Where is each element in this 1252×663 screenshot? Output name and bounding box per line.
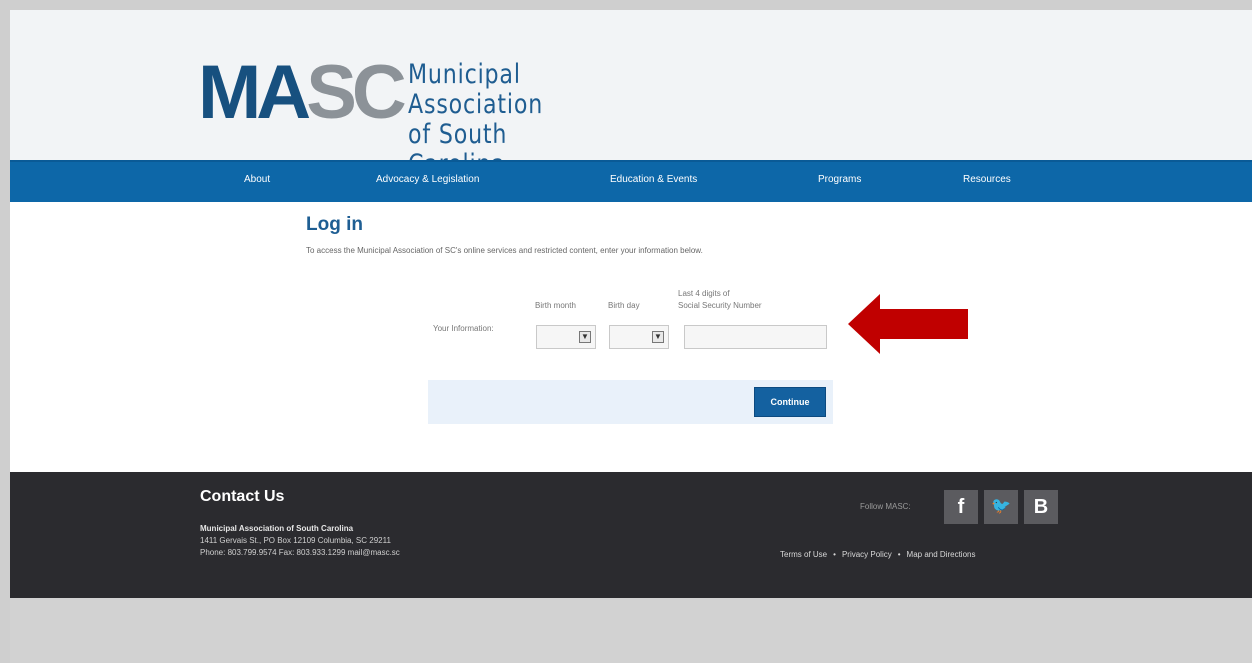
twitter-icon[interactable]: 🐦 bbox=[984, 490, 1018, 524]
chevron-down-icon: ▼ bbox=[652, 331, 664, 343]
nav-item-about[interactable]: About bbox=[244, 174, 270, 185]
nav-item-resources[interactable]: Resources bbox=[963, 174, 1011, 185]
birth-month-label: Birth month bbox=[535, 301, 576, 310]
terms-of-use-link[interactable]: Terms of Use bbox=[780, 550, 827, 559]
logo-ma: MA bbox=[198, 50, 311, 135]
ssn-last4-input[interactable] bbox=[684, 325, 827, 349]
site-footer: Contact Us Municipal Association of Sout… bbox=[10, 472, 1252, 598]
birth-month-select[interactable]: ▼ bbox=[536, 325, 596, 349]
site-header: MASC Municipal Association of South Caro… bbox=[10, 10, 1252, 180]
continue-button[interactable]: Continue bbox=[755, 388, 825, 416]
address: 1411 Gervais St., PO Box 12109 Columbia,… bbox=[200, 536, 391, 545]
map-directions-link[interactable]: Map and Directions bbox=[907, 550, 976, 559]
follow-label: Follow MASC: bbox=[860, 502, 911, 511]
logo-wordmark: MASC bbox=[198, 54, 407, 132]
intro-text: To access the Municipal Association of S… bbox=[306, 246, 703, 255]
ssn-label-line1: Last 4 digits of bbox=[678, 289, 730, 298]
footer-links: Terms of Use • Privacy Policy • Map and Dire… bbox=[780, 550, 975, 559]
nav-item-programs[interactable]: Programs bbox=[818, 174, 861, 185]
page-title: Log in bbox=[306, 214, 363, 235]
contact-us-heading: Contact Us bbox=[200, 488, 285, 505]
main-nav: About Advocacy & Legislation Education &… bbox=[10, 160, 1252, 202]
facebook-icon[interactable]: f bbox=[944, 490, 978, 524]
red-arrow-annotation bbox=[848, 294, 968, 354]
browser-frame: MASC Municipal Association of South Caro… bbox=[10, 10, 1252, 663]
org-name: Municipal Association of South Carolina bbox=[200, 524, 354, 533]
ssn-label-line2: Social Security Number bbox=[678, 301, 762, 310]
nav-item-education[interactable]: Education & Events bbox=[610, 174, 697, 185]
chevron-down-icon: ▼ bbox=[579, 331, 591, 343]
birth-day-select[interactable]: ▼ bbox=[609, 325, 669, 349]
phone-fax-email: Phone: 803.799.9574 Fax: 803.933.1299 ma… bbox=[200, 548, 400, 557]
logo-sc: SC bbox=[306, 50, 407, 135]
page-bottom bbox=[10, 598, 1252, 663]
login-section: Log in To access the Municipal Associati… bbox=[10, 202, 1252, 472]
masc-logo[interactable]: MASC Municipal Association of South Caro… bbox=[198, 54, 658, 180]
privacy-policy-link[interactable]: Privacy Policy bbox=[842, 550, 892, 559]
nav-item-advocacy[interactable]: Advocacy & Legislation bbox=[376, 174, 479, 185]
separator-dot: • bbox=[833, 550, 836, 559]
logo-name-line1: Municipal Association bbox=[408, 59, 544, 120]
your-information-label: Your Information: bbox=[433, 324, 494, 333]
arrow-left-icon bbox=[848, 294, 968, 354]
separator-dot: • bbox=[897, 550, 901, 559]
birth-day-label: Birth day bbox=[608, 301, 640, 310]
blogger-icon[interactable]: B bbox=[1024, 490, 1058, 524]
form-actions-bar: Continue bbox=[428, 380, 833, 424]
